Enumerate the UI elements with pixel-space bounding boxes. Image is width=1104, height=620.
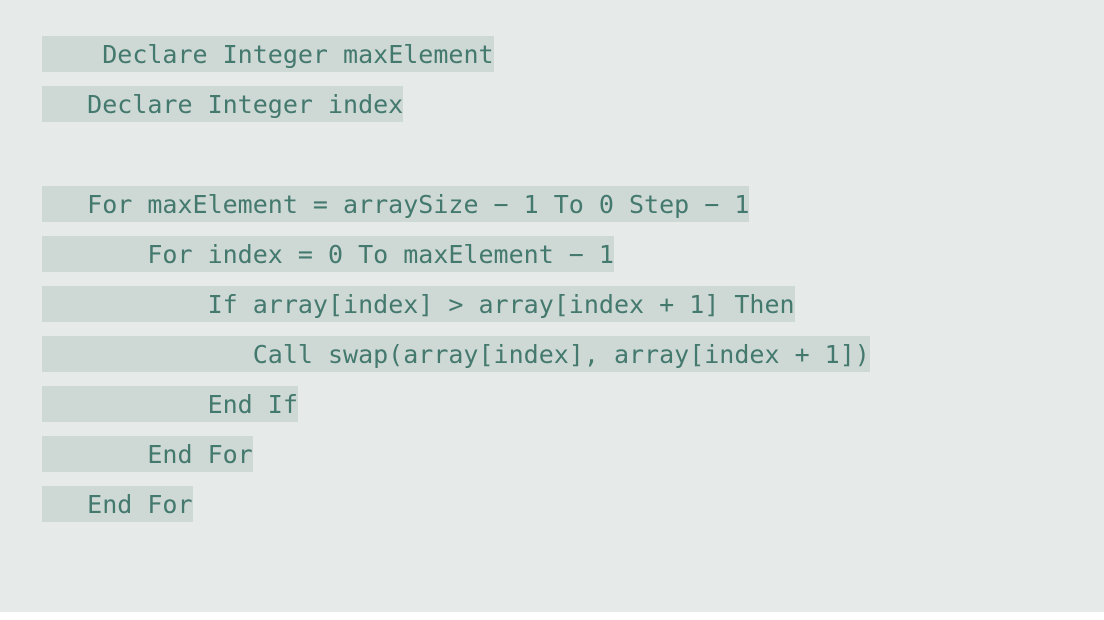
- code-line-text: For maxElement = arraySize − 1 To 0 Step…: [42, 186, 750, 222]
- code-line-text: Call swap(array[index], array[index + 1]…: [42, 336, 870, 372]
- bottom-strip: [0, 612, 1104, 620]
- code-line: End If: [0, 380, 1104, 430]
- code-line: End For: [0, 480, 1104, 530]
- pseudocode-page: Declare Integer maxElement Declare Integ…: [0, 0, 1104, 620]
- code-line: For index = 0 To maxElement − 1: [0, 230, 1104, 280]
- code-line-text: If array[index] > array[index + 1] Then: [42, 286, 795, 322]
- code-line: Declare Integer index: [0, 80, 1104, 130]
- code-line-text: End If: [42, 386, 298, 422]
- code-line-text: End For: [42, 436, 253, 472]
- code-line-text: Declare Integer maxElement: [42, 36, 494, 72]
- code-line: End For: [0, 430, 1104, 480]
- code-line: Call swap(array[index], array[index + 1]…: [0, 330, 1104, 380]
- code-line: For maxElement = arraySize − 1 To 0 Step…: [0, 180, 1104, 230]
- code-block[interactable]: Declare Integer maxElement Declare Integ…: [0, 0, 1104, 530]
- code-line-text: Declare Integer index: [42, 86, 404, 122]
- code-line-text: For index = 0 To maxElement − 1: [42, 236, 614, 272]
- code-line: If array[index] > array[index + 1] Then: [0, 280, 1104, 330]
- code-line-text: End For: [42, 486, 193, 522]
- code-line: Declare Integer maxElement: [0, 30, 1104, 80]
